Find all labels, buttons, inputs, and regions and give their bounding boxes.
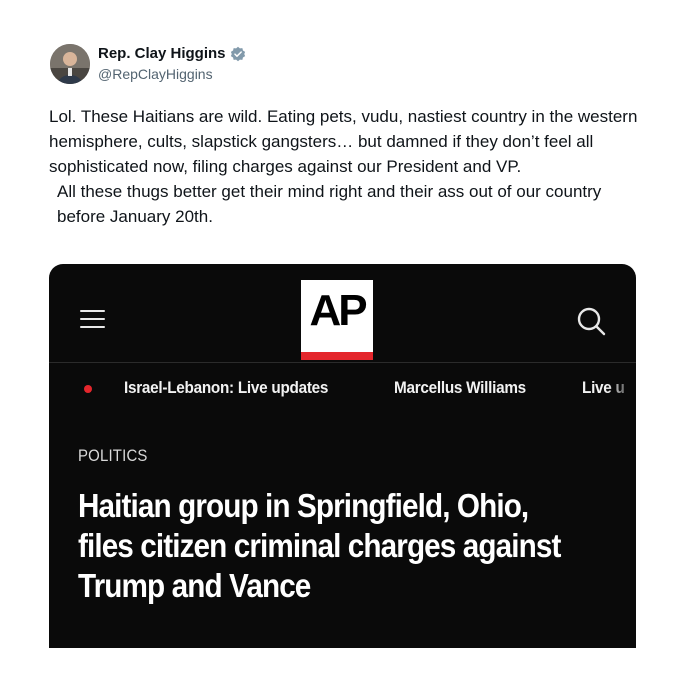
tweet-paragraph-2: All these thugs better get their mind ri… <box>57 182 602 226</box>
tweet-card: Rep. Clay Higgins @RepClayHiggins Lol. T… <box>0 0 680 680</box>
nav-item-israel-lebanon: Israel-Lebanon: Live updates <box>124 378 329 397</box>
ap-logo-text: AP <box>309 286 367 335</box>
verified-badge-icon[interactable] <box>230 46 246 62</box>
author-display-name[interactable]: Rep. Clay Higgins <box>98 45 226 62</box>
avatar-photo <box>50 44 90 84</box>
media-image[interactable]: AP Israel-Lebanon: Live updates Marcellu… <box>49 264 636 648</box>
ap-logo-red-bar <box>301 352 373 360</box>
headline-line-3: Trump and Vance <box>78 567 311 604</box>
tweet-paragraph-1: Lol. These Haitians are wild. Eating pet… <box>49 107 638 176</box>
section-label: POLITICS <box>78 446 148 465</box>
search-icon <box>577 307 606 336</box>
hamburger-menu-icon <box>80 310 105 329</box>
tweet-text: Lol. These Haitians are wild. Eating pet… <box>49 104 649 229</box>
topic-nav: Israel-Lebanon: Live updates Marcellus W… <box>49 374 636 404</box>
nav-fade <box>608 374 636 404</box>
live-dot-icon <box>84 385 92 393</box>
nav-item-marcellus-williams: Marcellus Williams <box>394 378 526 397</box>
avatar[interactable] <box>50 44 90 84</box>
ap-header: AP <box>49 264 636 363</box>
article-headline: Haitian group in Springfield, Ohio, file… <box>78 486 582 606</box>
headline-line-1: Haitian group in Springfield, Ohio, <box>78 487 529 524</box>
author-handle[interactable]: @RepClayHiggins <box>98 66 213 82</box>
headline-line-2: files citizen criminal charges against <box>78 527 561 564</box>
ap-logo: AP <box>301 280 373 360</box>
